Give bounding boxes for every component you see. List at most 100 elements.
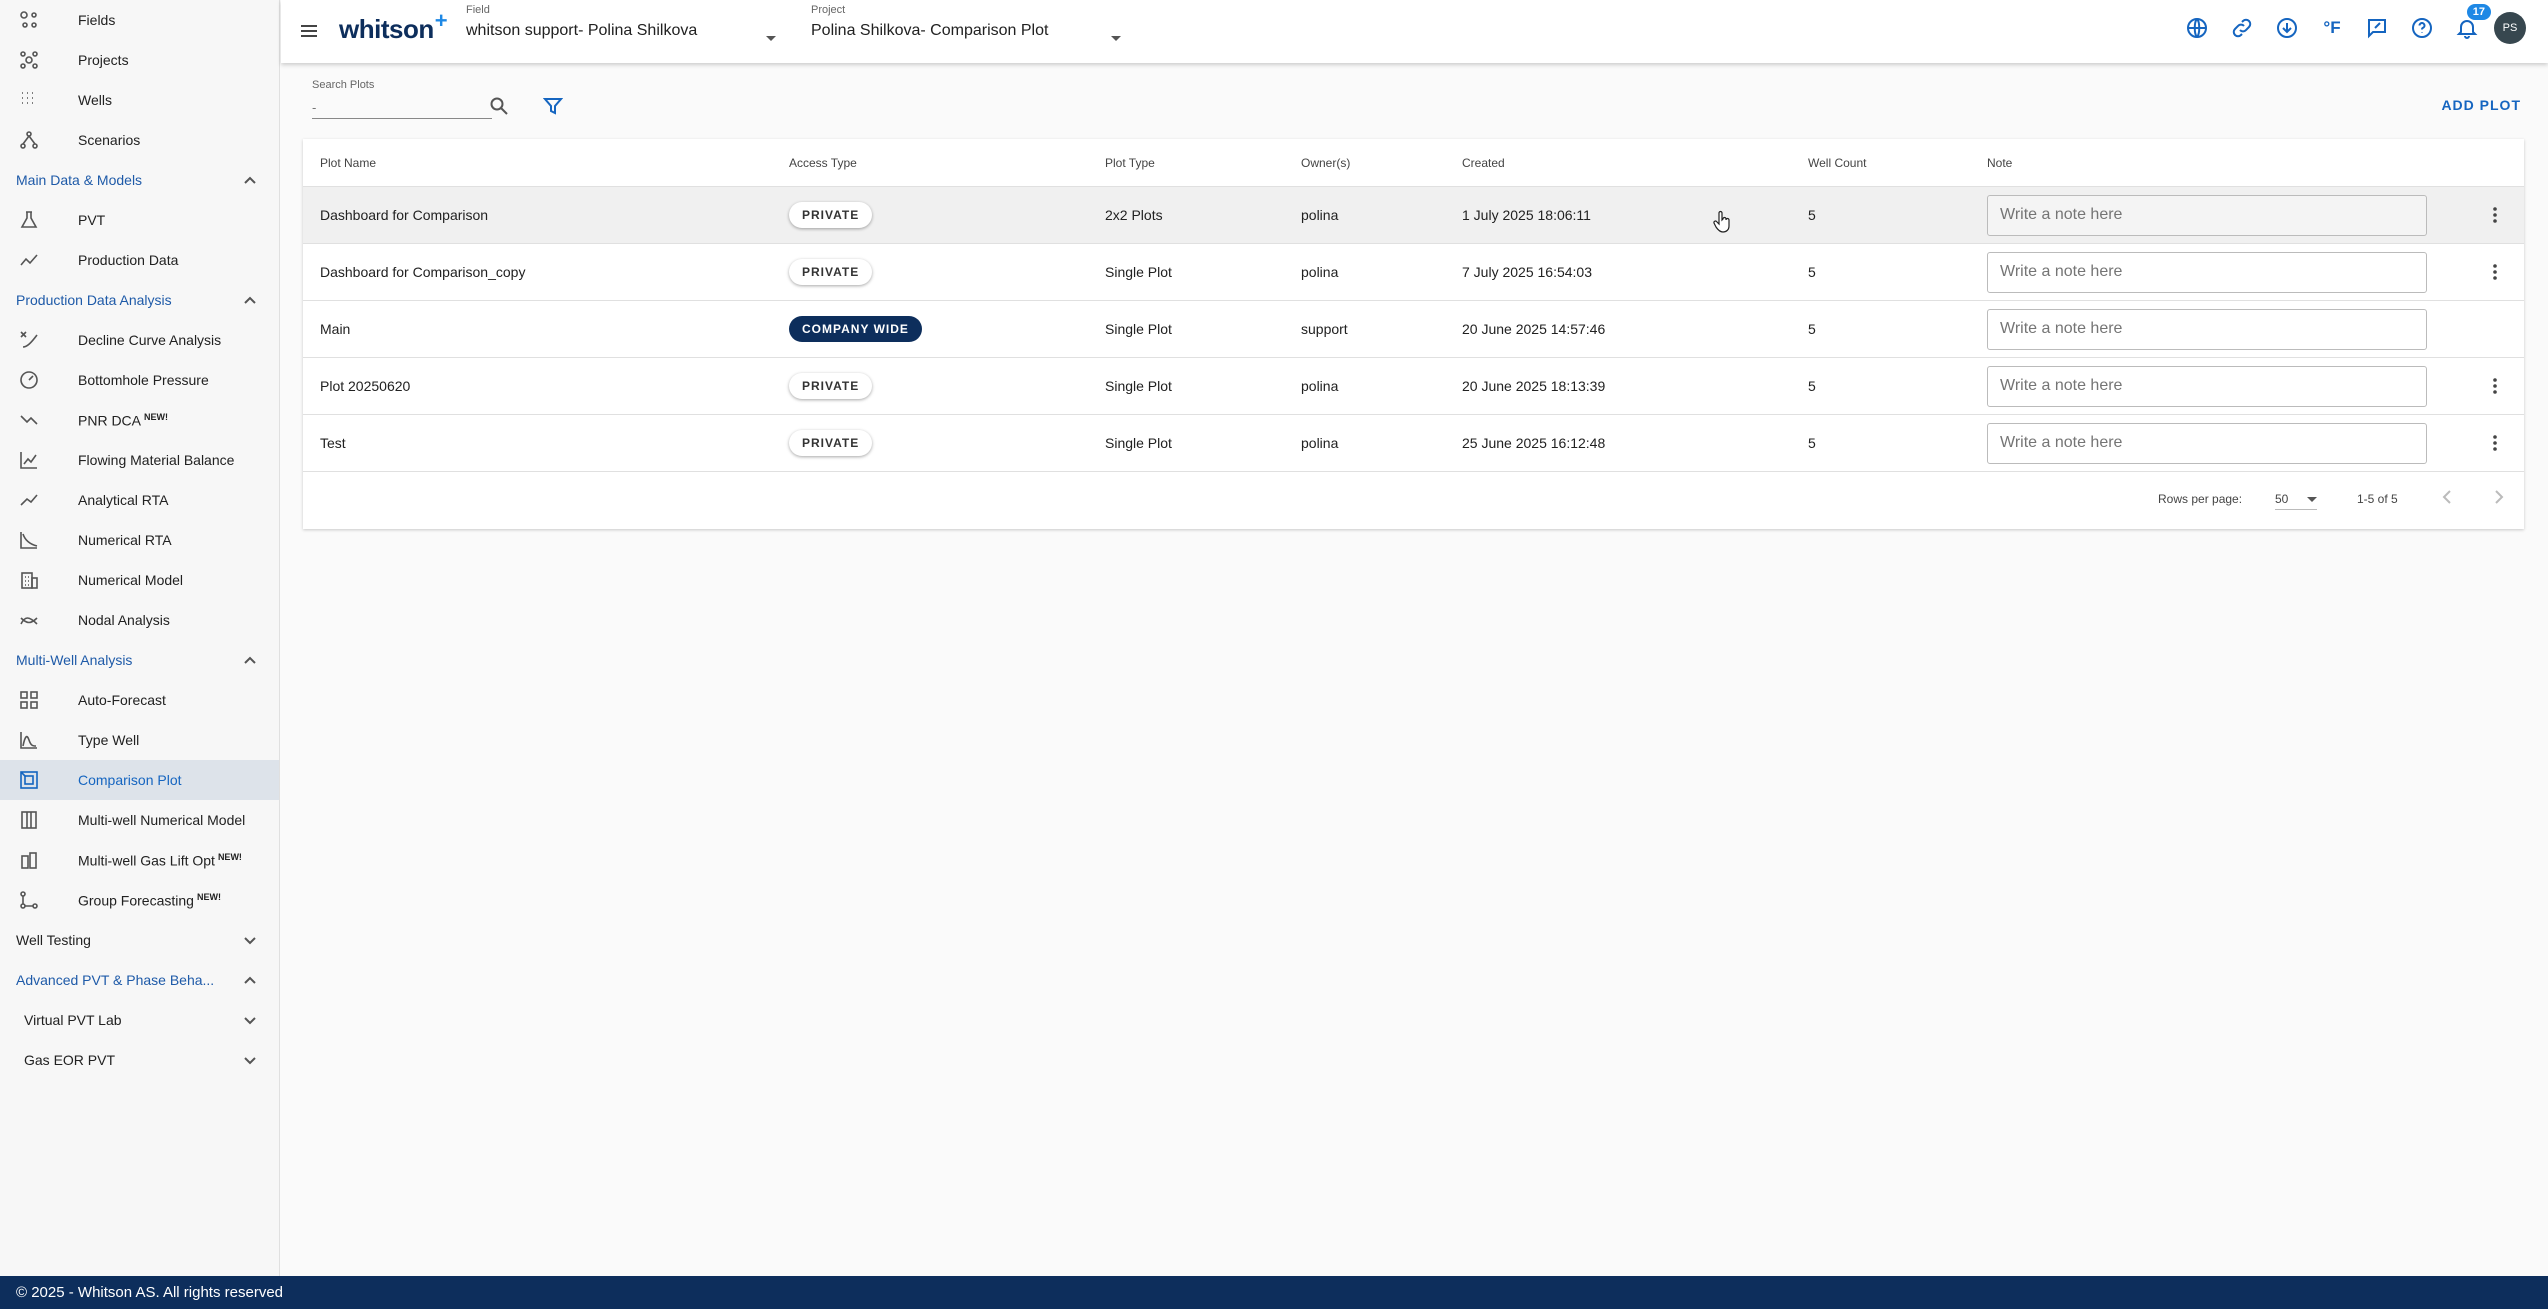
notifications-bell-icon[interactable]: 17 (2454, 4, 2491, 41)
sidebar-item-label: Decline Curve Analysis (78, 332, 222, 348)
plot-name[interactable]: Plot 20250620 (320, 378, 410, 394)
menu-icon[interactable] (298, 20, 320, 42)
feedback-icon[interactable] (2364, 15, 2390, 41)
section-virtual-pvt-lab[interactable]: Virtual PVT Lab (0, 1000, 279, 1040)
globe-icon[interactable] (2184, 15, 2210, 41)
sidebar-item-analytical-rta[interactable]: Analytical RTA (0, 480, 279, 520)
more-vert-icon[interactable] (2483, 260, 2507, 284)
more-vert-icon[interactable] (2483, 203, 2507, 227)
previous-page-icon[interactable] (2439, 488, 2459, 508)
section-advanced-pvt[interactable]: Advanced PVT & Phase Beha... (0, 960, 279, 1000)
search-input[interactable] (312, 97, 492, 119)
header-note[interactable]: Note (1987, 156, 2012, 170)
dropdown-arrow-icon (766, 36, 776, 41)
sidebar-item-production-data[interactable]: Production Data (0, 240, 279, 280)
header-plot-type[interactable]: Plot Type (1105, 156, 1155, 170)
header-owners[interactable]: Owner(s) (1301, 156, 1350, 170)
help-icon[interactable] (2409, 15, 2435, 41)
note-input[interactable] (1987, 422, 2427, 464)
access-badge: PRIVATE (789, 430, 873, 456)
next-page-icon[interactable] (2489, 488, 2509, 508)
sidebar-item-type-well[interactable]: Type Well (0, 720, 279, 760)
section-main-data[interactable]: Main Data & Models (0, 160, 279, 200)
section-label: Advanced PVT & Phase Beha... (16, 972, 215, 988)
more-vert-icon[interactable] (2483, 374, 2507, 398)
sidebar-item-bottomhole-pressure[interactable]: Bottomhole Pressure (0, 360, 279, 400)
table-row[interactable]: Dashboard for Comparison_copy PRIVATE Si… (303, 244, 2524, 301)
section-multi-well-analysis[interactable]: Multi-Well Analysis (0, 640, 279, 680)
chevron-down-icon (243, 1013, 257, 1027)
section-label: Gas EOR PVT (24, 1052, 116, 1068)
notification-count-badge: 17 (2466, 4, 2491, 20)
owner: support (1301, 321, 1348, 337)
field-caption: Field (466, 4, 490, 16)
table-row[interactable]: Plot 20250620 PRIVATE Single Plot polina… (303, 358, 2524, 415)
header-access-type[interactable]: Access Type (789, 156, 857, 170)
header-created[interactable]: Created (1462, 156, 1505, 170)
avatar[interactable]: PS (2494, 12, 2526, 44)
section-gas-eor-pvt[interactable]: Gas EOR PVT (0, 1040, 279, 1080)
access-badge: PRIVATE (789, 373, 873, 399)
download-icon[interactable] (2274, 15, 2300, 41)
sidebar-item-group-forecasting[interactable]: Group Forecasting NEW! (0, 880, 279, 920)
search-icon[interactable] (489, 96, 509, 116)
sidebar-item-nodal-analysis[interactable]: Nodal Analysis (0, 600, 279, 640)
owner: polina (1301, 435, 1339, 451)
rows-per-page-select[interactable]: 50 (2275, 488, 2317, 510)
section-label: Virtual PVT Lab (24, 1012, 122, 1028)
project-select[interactable]: Project Polina Shilkova- Comparison Plot (811, 4, 1121, 60)
link-icon[interactable] (2229, 15, 2255, 41)
sidebar-item-projects[interactable]: Projects (0, 40, 279, 80)
section-label: Production Data Analysis (16, 292, 172, 308)
sidebar-item-auto-forecast[interactable]: Auto-Forecast (0, 680, 279, 720)
sidebar-item-numerical-rta[interactable]: Numerical RTA (0, 520, 279, 560)
hand-cursor-icon (1712, 210, 1732, 234)
sidebar-item-label: Comparison Plot (78, 772, 182, 788)
field-select[interactable]: Field whitson support- Polina Shilkova (466, 4, 776, 60)
note-input[interactable] (1987, 251, 2427, 293)
access-badge: PRIVATE (789, 202, 873, 228)
table-header: Plot Name Access Type Plot Type Owner(s)… (303, 139, 2524, 187)
section-well-testing[interactable]: Well Testing (0, 920, 279, 960)
sidebar-item-flowing-material-balance[interactable]: Flowing Material Balance (0, 440, 279, 480)
add-plot-button[interactable]: ADD PLOT (2441, 97, 2521, 113)
access-badge: COMPANY WIDE (789, 316, 922, 342)
sidebar-item-numerical-model[interactable]: Numerical Model (0, 560, 279, 600)
dropdown-arrow-icon (2307, 497, 2317, 502)
created-date: 20 June 2025 18:13:39 (1462, 378, 1606, 394)
header-well-count[interactable]: Well Count (1808, 156, 1866, 170)
sidebar-item-multi-well-gas-lift-opt[interactable]: Multi-well Gas Lift Opt NEW! (0, 840, 279, 880)
plot-name[interactable]: Test (320, 435, 346, 451)
plot-name[interactable]: Dashboard for Comparison_copy (320, 264, 525, 280)
section-production-data-analysis[interactable]: Production Data Analysis (0, 280, 279, 320)
sidebar-item-label: Wells (78, 92, 112, 108)
created-date: 1 July 2025 18:06:11 (1462, 207, 1591, 223)
note-input[interactable] (1987, 308, 2427, 350)
sidebar-item-fields[interactable]: Fields (0, 0, 279, 40)
sidebar-item-pvt[interactable]: PVT (0, 200, 279, 240)
sidebar-item-comparison-plot[interactable]: Comparison Plot (0, 760, 279, 800)
sidebar-item-label: Multi-well Gas Lift Opt NEW! (78, 851, 242, 869)
footer: © 2025 - Whitson AS. All rights reserved (0, 1276, 2548, 1309)
table-row[interactable]: Main COMPANY WIDE Single Plot support 20… (303, 301, 2524, 358)
sidebar-item-multi-well-numerical-model[interactable]: Multi-well Numerical Model (0, 800, 279, 840)
plot-name[interactable]: Main (320, 321, 350, 337)
filter-icon[interactable] (542, 96, 564, 116)
created-date: 25 June 2025 16:12:48 (1462, 435, 1606, 451)
axes-curve-icon (18, 529, 40, 551)
sidebar-item-scenarios[interactable]: Scenarios (0, 120, 279, 160)
more-vert-icon[interactable] (2483, 431, 2507, 455)
note-input[interactable] (1987, 365, 2427, 407)
plot-type: Single Plot (1105, 321, 1172, 337)
sidebar-item-label: Multi-well Numerical Model (78, 812, 246, 828)
sidebar-item-wells[interactable]: Wells (0, 80, 279, 120)
note-input[interactable] (1987, 194, 2427, 236)
sidebar-item-pnr-dca[interactable]: PNR DCA NEW! (0, 400, 279, 440)
table-row[interactable]: Dashboard for Comparison PRIVATE 2x2 Plo… (303, 187, 2524, 244)
header-plot-name[interactable]: Plot Name (320, 156, 376, 170)
sidebar-item-label: Bottomhole Pressure (78, 372, 209, 388)
temperature-unit-button[interactable]: °F (2319, 15, 2345, 41)
table-row[interactable]: Test PRIVATE Single Plot polina 25 June … (303, 415, 2524, 472)
plot-name[interactable]: Dashboard for Comparison (320, 207, 488, 223)
sidebar-item-decline-curve-analysis[interactable]: Decline Curve Analysis (0, 320, 279, 360)
